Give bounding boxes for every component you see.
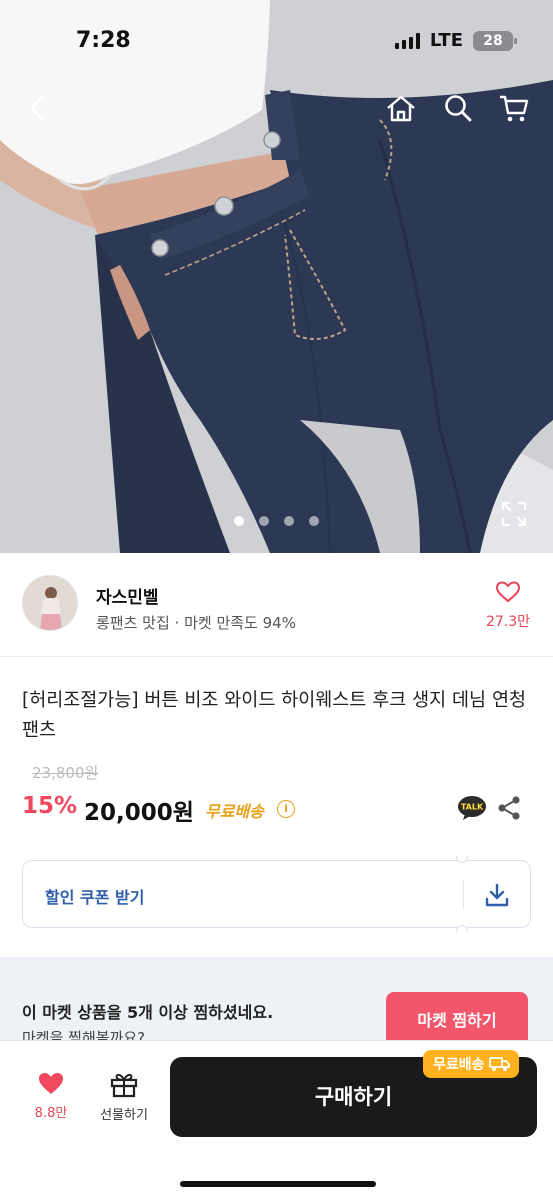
info-icon[interactable]: i bbox=[277, 800, 295, 818]
coupon-button[interactable]: 할인 쿠폰 받기 bbox=[22, 860, 531, 928]
bottom-action-bar: 8.8만 선물하기 구매하기 무료배송 bbox=[0, 1040, 553, 1200]
back-button[interactable] bbox=[18, 88, 58, 128]
cart-icon bbox=[500, 95, 529, 122]
wish-count: 8.8만 bbox=[34, 1106, 68, 1121]
battery-icon: 28 bbox=[473, 30, 517, 51]
share-icon[interactable] bbox=[496, 795, 522, 821]
back-icon bbox=[30, 94, 45, 122]
jeans-photo bbox=[0, 0, 553, 553]
seller-subtitle: 롱팬츠 맛집 · 마켓 만족도 94% bbox=[96, 614, 296, 632]
seller-avatar[interactable] bbox=[22, 575, 78, 631]
status-indicators: LTE 28 bbox=[394, 30, 517, 51]
coupon-notch-bottom bbox=[456, 925, 468, 932]
home-icon bbox=[387, 95, 415, 122]
wish-button[interactable]: 8.8만 bbox=[22, 1071, 80, 1121]
discount-rate: 15% bbox=[22, 793, 78, 819]
product-title: [허리조절가능] 버튼 비조 와이드 하이웨스트 후크 생지 데님 연청 팬츠 bbox=[22, 690, 527, 741]
pagination-dot[interactable] bbox=[259, 516, 269, 526]
coupon-label: 할인 쿠폰 받기 bbox=[45, 888, 145, 907]
network-label: LTE bbox=[429, 30, 463, 51]
seller-like-button[interactable]: 27.3만 bbox=[484, 581, 532, 631]
avatar-photo bbox=[23, 576, 77, 630]
status-time: 7:28 bbox=[76, 28, 131, 53]
search-icon bbox=[445, 95, 472, 122]
kakao-talk-icon[interactable]: TALK bbox=[457, 795, 487, 821]
seller-like-count: 27.3만 bbox=[485, 614, 531, 630]
cart-button[interactable] bbox=[494, 88, 534, 128]
sale-price: 20,000원 bbox=[84, 800, 194, 826]
free-shipping-label: 무료배송 bbox=[205, 802, 264, 821]
banner-title: 이 마켓 상품을 5개 이상 찜하셨네요. bbox=[22, 1003, 274, 1022]
home-button[interactable] bbox=[381, 88, 421, 128]
market-banner: 이 마켓 상품을 5개 이상 찜하셨네요. 마켓을 찜해볼까요? 마켓 찜하기 bbox=[0, 957, 553, 1050]
seller-section[interactable]: 자스민벨 롱팬츠 맛집 · 마켓 만족도 94% 27.3만 bbox=[0, 553, 553, 657]
coupon-divider bbox=[463, 879, 464, 909]
original-price: 23,800원 bbox=[32, 764, 99, 782]
gift-icon bbox=[110, 1073, 138, 1098]
heart-filled-icon bbox=[39, 1073, 63, 1094]
signal-icon bbox=[394, 32, 420, 49]
gift-button[interactable]: 선물하기 bbox=[92, 1071, 156, 1123]
svg-text:TALK: TALK bbox=[461, 803, 484, 812]
pagination-dot-active[interactable] bbox=[234, 516, 244, 526]
truck-icon bbox=[488, 1057, 510, 1071]
pagination-dot[interactable] bbox=[284, 516, 294, 526]
image-pagination bbox=[234, 516, 319, 526]
search-button[interactable] bbox=[438, 88, 478, 128]
home-indicator bbox=[180, 1181, 376, 1187]
heart-outline-icon bbox=[495, 581, 521, 603]
expand-icon[interactable] bbox=[500, 500, 528, 528]
product-image[interactable]: 7:28 LTE 28 bbox=[0, 0, 553, 553]
pagination-dot[interactable] bbox=[309, 516, 319, 526]
gift-label: 선물하기 bbox=[100, 1108, 148, 1123]
free-shipping-badge: 무료배송 bbox=[423, 1050, 519, 1078]
free-shipping-badge-label: 무료배송 bbox=[433, 1057, 485, 1073]
download-icon bbox=[485, 883, 509, 907]
seller-name[interactable]: 자스민벨 bbox=[96, 583, 159, 608]
